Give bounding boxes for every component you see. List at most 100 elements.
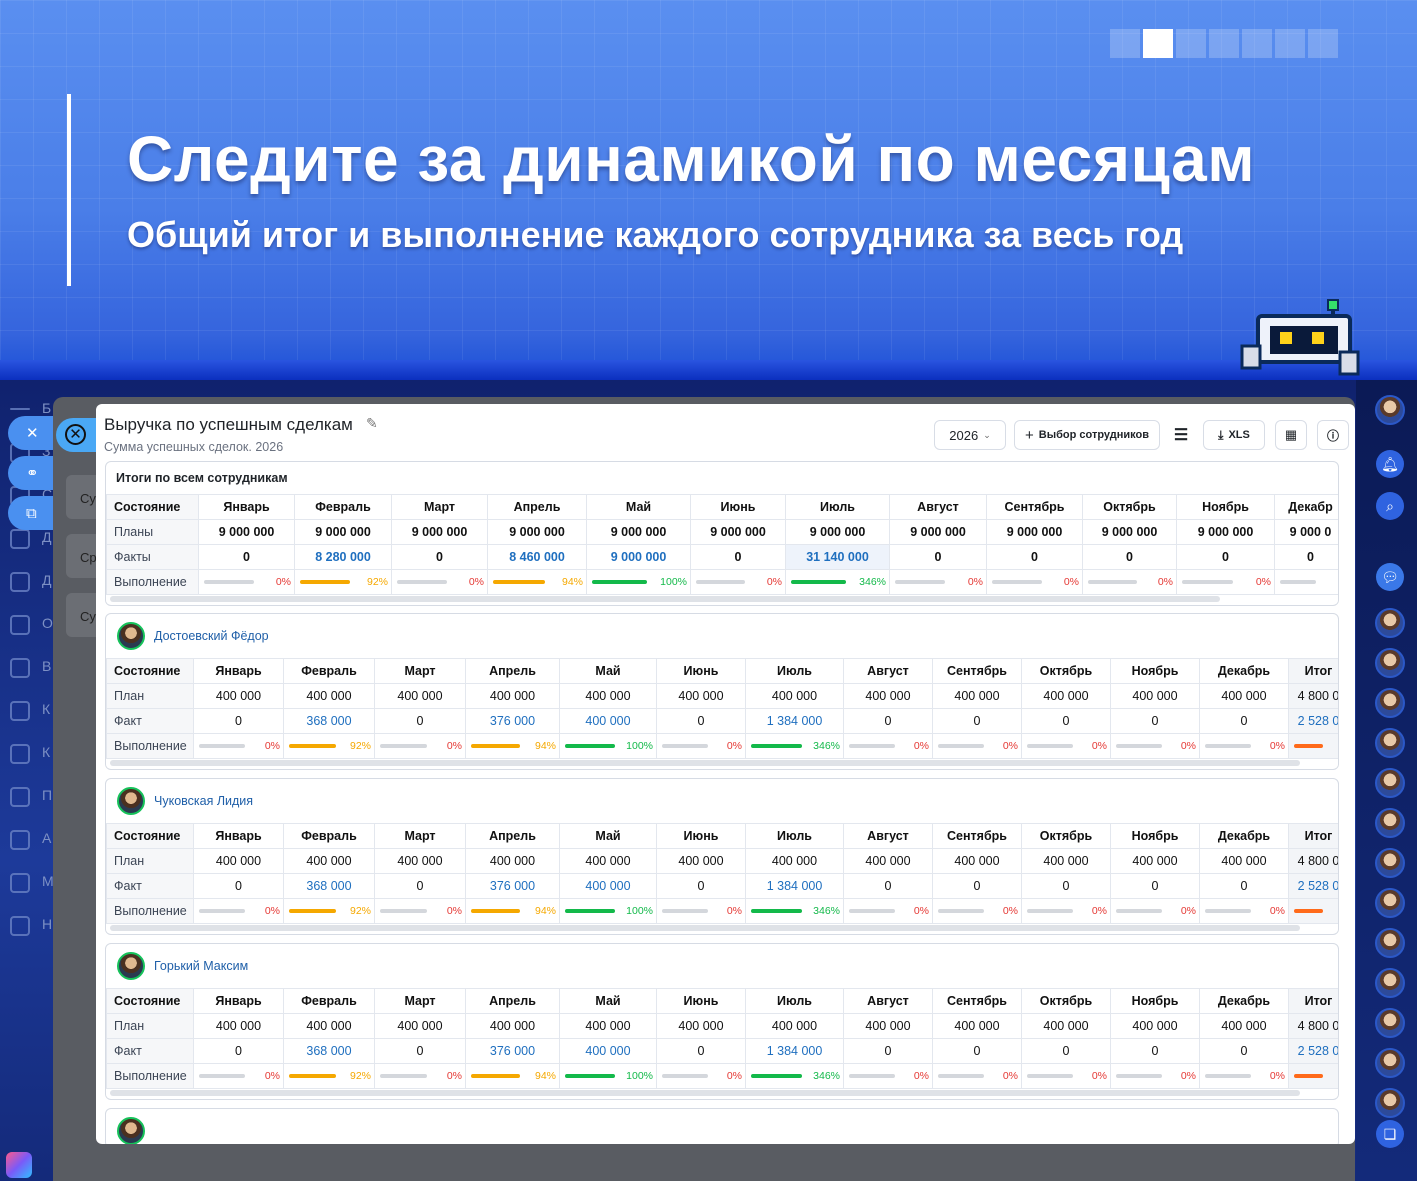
employee-avatar[interactable] xyxy=(117,622,145,650)
info-icon[interactable]: ⓘ xyxy=(1317,420,1349,450)
horizontal-scrollbar[interactable] xyxy=(106,595,1338,604)
close-side-button[interactable]: ✕ xyxy=(8,416,56,450)
fact-cell[interactable]: 368 000 xyxy=(283,1038,375,1064)
employee-avatar[interactable] xyxy=(1375,888,1405,918)
fact-cell[interactable]: 8 280 000 xyxy=(294,544,392,570)
fact-cell[interactable]: 8 460 000 xyxy=(487,544,587,570)
nav-item-label[interactable]: Н xyxy=(42,916,52,932)
performance-cell: 92% xyxy=(283,733,375,759)
plan-cell: 9 000 000 xyxy=(198,519,295,545)
employee-avatar[interactable] xyxy=(1375,848,1405,878)
employee-avatar[interactable] xyxy=(1375,1088,1405,1118)
employee-name-link[interactable]: Чуковская Лидия xyxy=(154,794,253,808)
export-xls-button[interactable]: ⤓ XLS xyxy=(1203,420,1265,450)
year-value: 2026 xyxy=(949,427,979,443)
fact-cell[interactable]: 2 528 0 xyxy=(1288,873,1338,899)
employee-name-link[interactable]: Горький Максим xyxy=(154,959,248,973)
nav-item-label[interactable]: Д xyxy=(42,572,51,588)
fact-cell[interactable]: 1 384 000 xyxy=(745,1038,844,1064)
employee-avatar[interactable] xyxy=(1375,1048,1405,1078)
slide-dot[interactable] xyxy=(1275,29,1305,58)
nav-item-icon[interactable] xyxy=(10,787,30,807)
fact-cell: 0 xyxy=(843,708,933,734)
slide-dot[interactable] xyxy=(1209,29,1239,58)
search-chat-icon[interactable]: ⌕ xyxy=(1376,492,1404,520)
nav-item-label[interactable]: О xyxy=(42,615,53,631)
fact-cell[interactable]: 31 140 000 xyxy=(785,544,890,570)
horizontal-scrollbar[interactable] xyxy=(106,759,1338,768)
nav-item-icon[interactable] xyxy=(10,529,30,549)
employee-avatar[interactable] xyxy=(117,1117,145,1144)
slide-dot[interactable] xyxy=(1176,29,1206,58)
employee-avatar[interactable] xyxy=(1375,928,1405,958)
nav-item-label[interactable]: М xyxy=(42,873,54,889)
nav-item-icon[interactable] xyxy=(10,873,30,893)
month-header: Ноябрь xyxy=(1176,494,1275,520)
edit-title-icon[interactable]: ✎ xyxy=(366,415,378,432)
slide-dot[interactable] xyxy=(1110,29,1140,58)
employee-avatar[interactable] xyxy=(1375,768,1405,798)
fact-cell[interactable]: 368 000 xyxy=(283,708,375,734)
fact-cell[interactable]: 1 384 000 xyxy=(745,873,844,899)
nav-item-icon[interactable] xyxy=(10,572,30,592)
nav-item-label[interactable]: П xyxy=(42,787,52,803)
fact-cell[interactable]: 376 000 xyxy=(465,873,560,899)
chats-icon[interactable]: 💬︎ xyxy=(1376,563,1404,591)
nav-item-icon[interactable] xyxy=(10,658,30,678)
fact-cell[interactable]: 2 528 0 xyxy=(1288,1038,1338,1064)
app-logo-icon[interactable] xyxy=(6,1152,32,1178)
fact-cell[interactable]: 1 384 000 xyxy=(745,708,844,734)
employee-avatar[interactable] xyxy=(1375,1008,1405,1038)
employee-avatar[interactable] xyxy=(1375,728,1405,758)
horizontal-scrollbar[interactable] xyxy=(106,1089,1338,1098)
select-employees-button[interactable]: + Выбор сотрудников xyxy=(1014,420,1160,450)
nav-item-label[interactable]: А xyxy=(42,830,51,846)
fact-cell[interactable]: 400 000 xyxy=(559,873,657,899)
slide-dot[interactable] xyxy=(1242,29,1272,58)
year-select[interactable]: 2026 ⌄ xyxy=(934,420,1006,450)
employee-avatar[interactable] xyxy=(1375,808,1405,838)
employee-avatar[interactable] xyxy=(1375,968,1405,998)
fact-cell[interactable]: 9 000 000 xyxy=(586,544,691,570)
progress-bar xyxy=(199,744,245,748)
nav-item-label[interactable]: В xyxy=(42,658,51,674)
table-view-icon[interactable]: ▦ xyxy=(1275,420,1307,450)
employee-avatar[interactable] xyxy=(117,787,145,815)
slide-dot[interactable] xyxy=(1143,29,1173,58)
fact-cell[interactable]: 400 000 xyxy=(559,708,657,734)
fact-cell[interactable]: 2 528 0 xyxy=(1288,708,1338,734)
settings-sliders-icon[interactable]: ☰ xyxy=(1166,420,1196,450)
nav-item-label[interactable]: К xyxy=(42,744,50,760)
employee-avatar[interactable] xyxy=(1375,608,1405,638)
copy-link-button[interactable]: ⚭ xyxy=(8,456,56,490)
employee-avatar[interactable] xyxy=(117,952,145,980)
performance-percent: 0% xyxy=(446,905,462,917)
open-new-tab-button[interactable]: ⧉ xyxy=(8,496,56,530)
fact-cell[interactable]: 376 000 xyxy=(465,708,560,734)
bookmark-icon[interactable]: ❏ xyxy=(1376,1120,1404,1148)
fact-cell: 0 xyxy=(391,544,488,570)
nav-item-icon[interactable] xyxy=(10,408,30,410)
nav-item-icon[interactable] xyxy=(10,830,30,850)
employee-avatar[interactable] xyxy=(1375,648,1405,678)
nav-item-label[interactable]: Д xyxy=(42,529,51,545)
performance-cell: 346% xyxy=(745,733,844,759)
nav-item-label[interactable]: Б xyxy=(42,400,51,416)
nav-item-icon[interactable] xyxy=(10,615,30,635)
fact-cell: 0 xyxy=(843,1038,933,1064)
notifications-bell-icon[interactable]: 🔔︎ xyxy=(1376,450,1404,478)
nav-item-icon[interactable] xyxy=(10,744,30,764)
nav-item-icon[interactable] xyxy=(10,701,30,721)
horizontal-scrollbar[interactable] xyxy=(106,924,1338,933)
slide-dot[interactable] xyxy=(1308,29,1338,58)
fact-cell[interactable]: 376 000 xyxy=(465,1038,560,1064)
fact-cell[interactable]: 400 000 xyxy=(559,1038,657,1064)
fact-cell[interactable]: 368 000 xyxy=(283,873,375,899)
current-user-avatar[interactable] xyxy=(1375,395,1405,425)
close-slider-button[interactable]: ✕ xyxy=(56,418,100,452)
employee-avatar[interactable] xyxy=(1375,688,1405,718)
month-header: Сентябрь xyxy=(986,494,1083,520)
nav-item-label[interactable]: К xyxy=(42,701,50,717)
nav-item-icon[interactable] xyxy=(10,916,30,936)
employee-name-link[interactable]: Достоевский Фёдор xyxy=(154,629,269,643)
